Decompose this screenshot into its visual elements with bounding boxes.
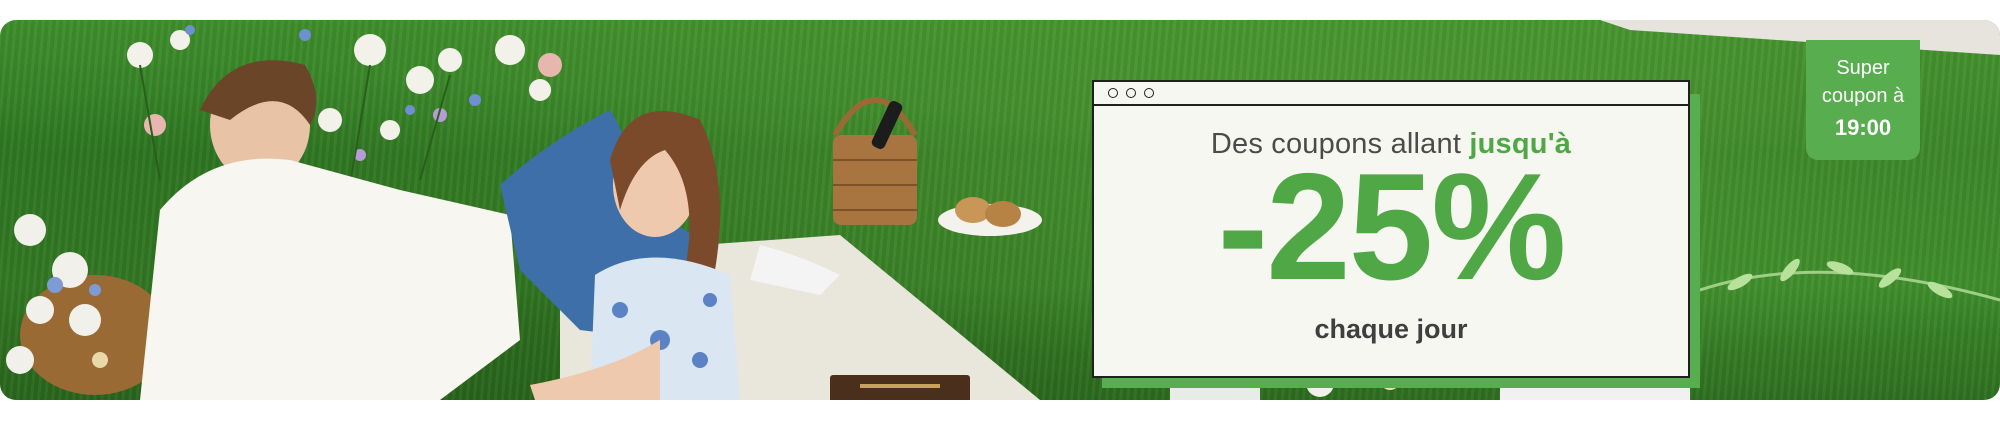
book-image [830,375,970,400]
pastry-plate-image [938,197,1042,236]
super-coupon-badge[interactable]: Super coupon à 19:00 [1806,40,1920,160]
window-dot-icon [1108,88,1118,98]
tent-image [1600,20,2000,55]
window-dot-icon [1126,88,1136,98]
discount-value: -25% [1217,142,1567,312]
window-title-bar [1094,82,1688,106]
coupon-frequency: chaque jour [1314,314,1468,344]
badge-line1: Super [1836,57,1890,79]
leaf-branch-image [1700,258,2000,302]
wine-basket-image [832,97,918,225]
promo-banner[interactable]: Des coupons allant jusqu'à -25% chaque j… [0,20,2000,400]
window-dot-icon [1144,88,1154,98]
coupon-window[interactable]: Des coupons allant jusqu'à -25% chaque j… [1092,80,1690,378]
badge-time: 19:00 [1834,115,1892,140]
badge-line2: coupon à [1821,85,1905,107]
